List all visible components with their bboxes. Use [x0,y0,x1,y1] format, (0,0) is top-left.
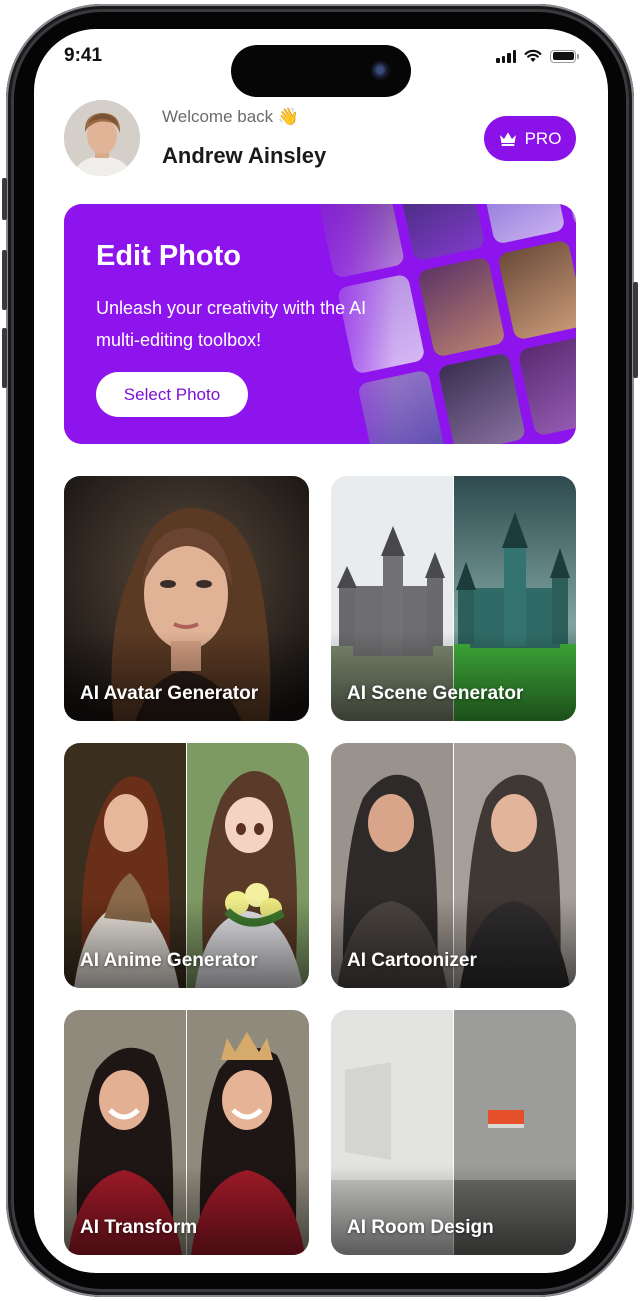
select-photo-button[interactable]: Select Photo [96,372,248,417]
side-button [2,178,7,220]
feature-label: AI Avatar Generator [80,683,259,704]
volume-up-button [2,250,7,310]
crown-icon [499,132,516,146]
feature-card-anime-generator[interactable]: AI Anime Generator [64,743,309,988]
banner-title: Edit Photo [96,240,241,272]
status-time: 9:41 [64,45,103,66]
feature-card-scene-generator[interactable]: AI Scene Generator [331,476,576,721]
feature-card-room-design[interactable]: AI Room Design [331,1010,576,1255]
power-button [633,282,638,378]
feature-card-transform[interactable]: AI Transform [64,1010,309,1255]
feature-card-cartoonizer[interactable]: AI Cartoonizer [331,743,576,988]
feature-label: AI Room Design [347,1217,494,1238]
camera-icon [371,61,391,81]
status-icons [496,49,579,63]
edit-photo-banner[interactable]: Edit Photo Unleash your creativity with … [64,204,576,444]
signal-icon [496,49,516,63]
feature-card-avatar-generator[interactable]: AI Avatar Generator [64,476,309,721]
pro-button[interactable]: PRO [484,116,576,161]
feature-label: AI Anime Generator [80,950,258,971]
app-screen: 9:41 Welcome back 👋 Andrew Ainsley PRO E… [34,29,608,1273]
feature-label: AI Transform [80,1217,198,1238]
pro-label: PRO [524,128,562,148]
avatar[interactable] [64,100,140,176]
user-name: Andrew Ainsley [162,143,327,168]
dynamic-island [231,45,411,97]
volume-down-button [2,328,7,388]
wifi-icon [524,49,542,62]
battery-icon [550,49,579,63]
banner-subtitle: Unleash your creativity with the AI mult… [96,298,367,350]
feature-label: AI Cartoonizer [347,950,477,971]
welcome-text: Welcome back 👋 [162,107,300,126]
feature-label: AI Scene Generator [347,683,524,704]
